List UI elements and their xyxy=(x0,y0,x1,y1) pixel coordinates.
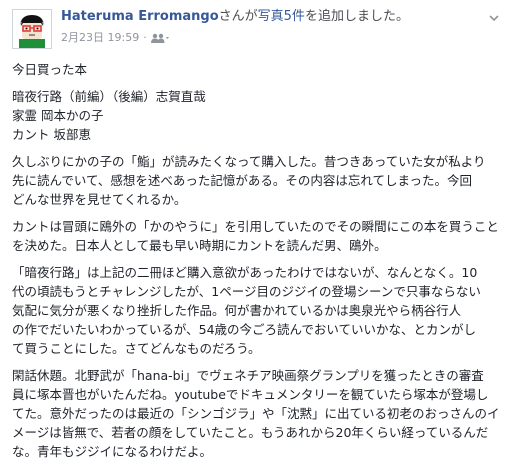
chevron-down-icon[interactable] xyxy=(488,9,500,22)
friends-icon[interactable] xyxy=(150,33,169,44)
book-item: カント 坂部恵 xyxy=(12,127,91,142)
text-line: どんな世界を見せてくれるか。 xyxy=(12,192,187,207)
timestamp[interactable]: 2月23日 19:59 xyxy=(61,31,139,45)
text-line: 員に塚本晋也がいたんだね。youtubeでドキュメンタリーを観ていたら塚本が登場… xyxy=(12,387,489,402)
author-name[interactable]: Hateruma Erromango xyxy=(61,9,219,24)
text-line: 先に読んでいて、感想を述べあった記憶がある。その内容は忘れてしまった。今回 xyxy=(12,173,473,188)
post-body: 今日買った本 暗夜行路（前編）（後編）志賀直哉 家霊 岡本かの子 カント 坂部恵… xyxy=(12,60,502,469)
text-line: て買うことにした。さてどんなものだろう。 xyxy=(12,341,261,356)
book-item: 暗夜行路（前編）（後編）志賀直哉 xyxy=(12,89,206,104)
post-header: Hateruma Erromangoさんが写真5件を追加しました。 xyxy=(61,8,409,25)
paragraph: 久しぶりにかの子の「鮨」が読みたくなって購入した。昔つきあっていた女が私より 先… xyxy=(12,152,502,209)
action-prefix: さんが xyxy=(218,9,258,24)
text-line: の作でだいたいわかっているが、54歳の今ごろ読んでおいていいかな、とカンがし xyxy=(12,322,477,337)
action-suffix: を追加しました。 xyxy=(304,9,409,24)
paragraph: カントは冒頭に鴎外の「かのやうに」を引用していたのでその瞬間にこの本を買うこと … xyxy=(12,217,502,255)
text-line: メージは皆無で、若者の顔をしていたこと。もうあれから20年くらい経っているんだ xyxy=(12,425,489,440)
text-line: カントは冒頭に鴎外の「かのやうに」を引用していたのでその瞬間にこの本を買うこと xyxy=(12,219,499,234)
post-heading: 今日買った本 xyxy=(12,62,88,77)
paragraph: 「暗夜行路」は上記の二冊ほど購入意欲があったわけではないが、なんとなく。10 代… xyxy=(12,263,502,358)
text-line: 久しぶりにかの子の「鮨」が読みたくなって購入した。昔つきあっていた女が私より xyxy=(12,154,486,169)
post-card: Hateruma Erromangoさんが写真5件を追加しました。 2月23日 … xyxy=(0,0,510,462)
profile-face-icon xyxy=(13,10,51,48)
meta-separator: · xyxy=(143,31,147,44)
book-list: 暗夜行路（前編）（後編）志賀直哉 家霊 岡本かの子 カント 坂部恵 xyxy=(12,87,502,144)
text-line: を決めた。日本人として最も早い時期にカントを読んだ男、鴎外。 xyxy=(12,238,387,253)
paragraph: 閑話休題。北野武が「hana-bi」でヴェネチア映画祭グランプリを獲ったときの審… xyxy=(12,366,502,461)
text-line: てた。意外だったのは最近の「シンゴジラ」や「沈黙」に出ている初老のおっさんのイ xyxy=(12,406,500,421)
post-meta: 2月23日 19:59 · xyxy=(61,31,169,45)
text-line: 代の頃読もうとチャレンジしたが、1ページ目のジジイの登場シーンで只事ならない xyxy=(12,284,481,299)
text-line: 気配に気分が悪くなり挫折した作品。何が書かれているかは奥泉光やら柄谷行人 xyxy=(12,303,462,318)
text-line: な。青年もジジイになるわけだよ。 xyxy=(12,444,213,459)
text-line: 「暗夜行路」は上記の二冊ほど購入意欲があったわけではないが、なんとなく。10 xyxy=(12,265,478,280)
photos-link[interactable]: 写真5件 xyxy=(258,9,305,24)
book-item: 家霊 岡本かの子 xyxy=(12,108,104,123)
text-line: 閑話休題。北野武が「hana-bi」でヴェネチア映画祭グランプリを獲ったときの審… xyxy=(12,368,484,383)
avatar[interactable] xyxy=(12,9,52,49)
